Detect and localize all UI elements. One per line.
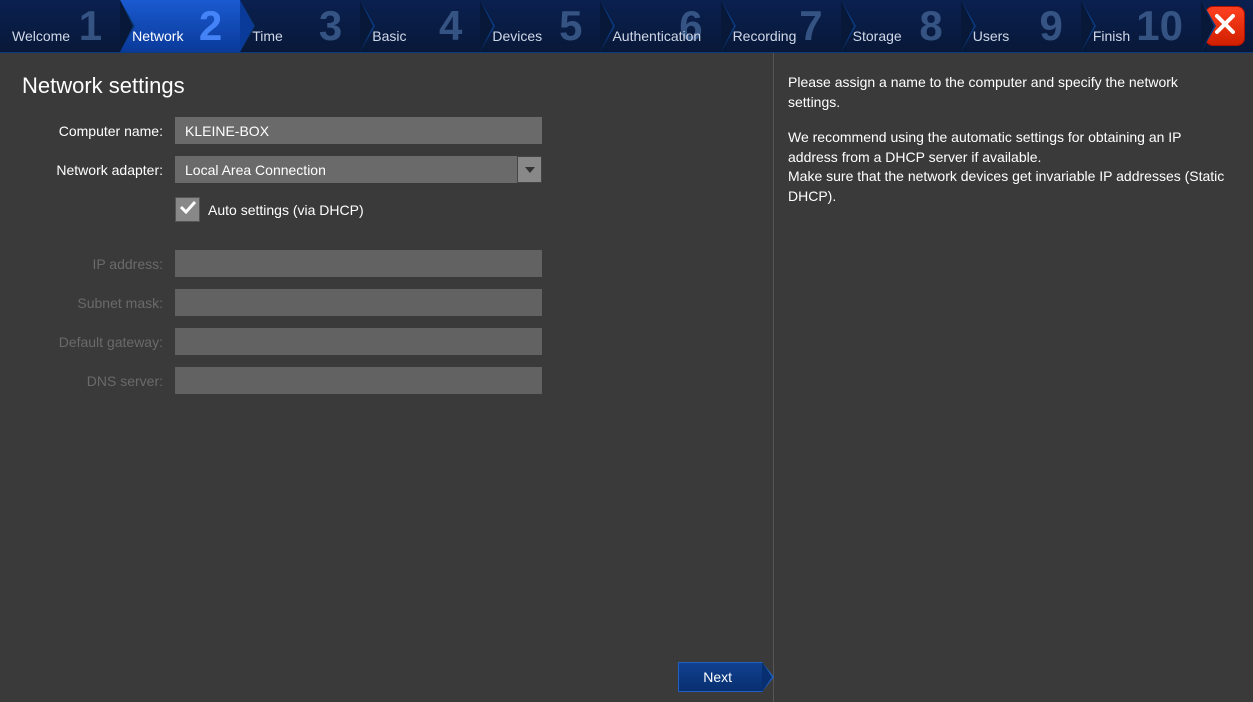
step-label: Basic: [372, 28, 406, 44]
network-adapter-value: Local Area Connection: [175, 156, 517, 183]
auto-settings-checkbox[interactable]: [175, 197, 200, 222]
step-number: 9: [1039, 2, 1062, 50]
step-users[interactable]: 9 Users: [961, 0, 1081, 52]
step-number: 1: [79, 2, 102, 50]
close-icon: [1213, 12, 1237, 41]
step-label: Devices: [492, 28, 542, 44]
help-text: We recommend using the automatic setting…: [788, 128, 1231, 206]
help-text: Please assign a name to the computer and…: [788, 73, 1231, 112]
step-label: Time: [252, 28, 283, 44]
next-button[interactable]: Next: [678, 662, 763, 692]
dropdown-button[interactable]: [517, 156, 542, 183]
help-pane: Please assign a name to the computer and…: [773, 53, 1253, 702]
step-label: Welcome: [12, 28, 70, 44]
step-number: 2: [199, 2, 222, 50]
step-label: Storage: [853, 28, 902, 44]
step-finish[interactable]: 10 Finish: [1081, 0, 1201, 52]
step-basic[interactable]: 4 Basic: [360, 0, 480, 52]
step-number: 10: [1136, 2, 1183, 50]
step-storage[interactable]: 8 Storage: [841, 0, 961, 52]
settings-pane: Network settings Computer name: Network …: [0, 53, 773, 702]
dns-server-input[interactable]: [175, 367, 542, 394]
step-network[interactable]: 2 Network: [120, 0, 240, 52]
step-label: Finish: [1093, 28, 1130, 44]
step-welcome[interactable]: 1 Welcome: [0, 0, 120, 52]
step-label: Recording: [733, 28, 797, 44]
computer-name-input[interactable]: [175, 117, 542, 144]
default-gateway-label: Default gateway:: [20, 334, 175, 350]
step-authentication[interactable]: 6 Authentication: [600, 0, 720, 52]
subnet-mask-label: Subnet mask:: [20, 295, 175, 311]
step-label: Authentication: [612, 28, 701, 44]
step-number: 7: [799, 2, 822, 50]
ip-address-label: IP address:: [20, 256, 175, 272]
chevron-down-icon: [524, 161, 536, 179]
step-number: 4: [439, 2, 462, 50]
wizard-step-bar: 1 Welcome 2 Network 3 Time 4 Basic 5 Dev…: [0, 0, 1253, 53]
dns-server-label: DNS server:: [20, 373, 175, 389]
next-button-label: Next: [703, 669, 732, 685]
step-recording[interactable]: 7 Recording: [721, 0, 841, 52]
step-label: Network: [132, 28, 183, 44]
ip-address-input[interactable]: [175, 250, 542, 277]
step-label: Users: [973, 28, 1010, 44]
network-adapter-select[interactable]: Local Area Connection: [175, 156, 542, 183]
step-time[interactable]: 3 Time: [240, 0, 360, 52]
page-title: Network settings: [22, 73, 753, 99]
computer-name-label: Computer name:: [20, 123, 175, 139]
step-number: 8: [919, 2, 942, 50]
step-number: 3: [319, 2, 342, 50]
step-devices[interactable]: 5 Devices: [480, 0, 600, 52]
default-gateway-input[interactable]: [175, 328, 542, 355]
subnet-mask-input[interactable]: [175, 289, 542, 316]
check-icon: [179, 200, 197, 219]
step-number: 5: [559, 2, 582, 50]
network-adapter-label: Network adapter:: [20, 162, 175, 178]
auto-settings-label: Auto settings (via DHCP): [208, 202, 364, 218]
